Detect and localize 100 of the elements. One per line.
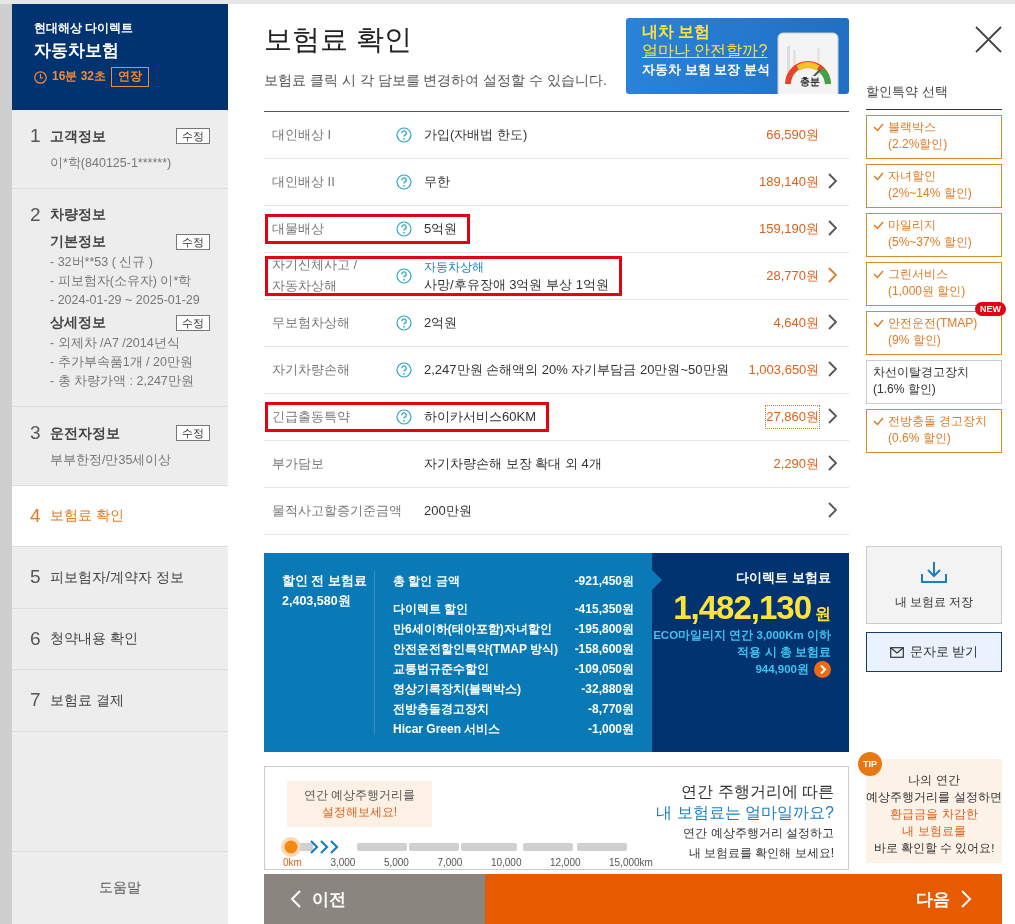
discount-option[interactable]: 안전운전(TMAP) (9% 할인) [866,311,1002,355]
chevron-right-icon[interactable] [825,359,840,378]
step-title: 차량정보 [50,205,106,225]
discount-option[interactable]: 차선이탈경고장치 (1.6% 할인) [866,360,1002,404]
help-icon[interactable] [396,221,412,237]
help-icon[interactable] [396,268,412,284]
discount-amount: -109,050원 [574,661,634,678]
mileage-headline: 연간 주행거리에 따른 [681,782,834,802]
option-name: 마일리지 [888,217,937,234]
chevron-right-icon[interactable] [825,500,839,519]
help-icon[interactable] [396,174,412,190]
extend-button[interactable]: 연장 [111,67,150,88]
track-segment [409,843,459,851]
option-rate: (1,000원 할인) [888,283,966,300]
coverage-value: 200만원 [424,502,472,520]
new-badge: NEW [975,302,1006,316]
tip-text: 나의 연간 [908,772,960,788]
option-name: 전방충돌 경고장치 [888,413,988,430]
premium-amount[interactable]: 189,140원 [759,171,819,193]
edit-button[interactable]: 수정 [176,127,210,144]
tip-text: 바로 확인할 수 있어요! [873,840,995,856]
step-item[interactable]: 1 고객정보 수정 이*학(840125-1******) [12,110,228,189]
tick-label: 7,000 [437,857,463,868]
step-detail: 부부한정/만35세이상 [50,451,173,469]
chevron-right-icon[interactable] [825,453,839,472]
phone-gauge-drawing [777,32,839,94]
save-button[interactable]: 내 보험료 저장 [866,546,1002,624]
step-item[interactable]: 4 보험료 확인 [12,485,228,548]
help-icon[interactable] [396,362,412,378]
option-rate: (5%~37% 할인) [888,234,972,251]
help-icon[interactable] [396,315,412,331]
prompt-text: 설정해보세요! [320,804,399,821]
step-item[interactable]: 3 운전자정보 수정 부부한정/만35세이상 [12,407,228,486]
discount-amount: -415,350원 [574,601,634,618]
step-item[interactable]: 6 청약내용 확인 [12,608,228,671]
option-name: 안전운전(TMAP) [888,315,978,332]
track-segment [577,843,627,851]
help-icon[interactable] [396,409,412,425]
chevron-right-icon[interactable] [825,218,839,237]
check-icon [873,270,884,279]
panel-title: 할인특약 선택 [866,83,1002,110]
final-label: 다이렉트 보험료 [736,569,831,587]
discount-option[interactable]: 블랙박스 (2.2%할인) [866,115,1002,159]
check-icon [873,123,884,132]
premium-amount[interactable]: 2,290원 [773,453,819,475]
track-segment [461,843,517,851]
prompt-text: 연간 예상주행거리를 [302,787,417,804]
help-link[interactable]: 도움말 [99,878,141,898]
discount-option[interactable]: 그린서비스 (1,000원 할인) [866,262,1002,306]
previous-button[interactable]: 이전 [264,874,485,924]
premium-amount[interactable]: 28,770원 [766,265,819,287]
step-item[interactable]: 7 보험료 결제 [12,670,228,732]
step-title: 보험료 결제 [50,691,124,711]
coverage-label: 자기신체사고 / 자동차상해 [272,256,359,295]
edit-button[interactable]: 수정 [176,424,210,441]
premium-amount[interactable]: 159,190원 [759,218,819,240]
chevron-right-icon[interactable] [825,312,839,331]
promo-banner[interactable]: 내차 보험 얼마나 안전할까? 자동차 보험 보장 분석 충분 [626,18,849,94]
premium-amount[interactable]: 1,003,650원 [748,359,820,381]
step-number: 2 [30,202,42,227]
mileage-slider[interactable] [283,837,628,857]
edit-button[interactable]: 수정 [176,314,210,331]
option-rate: (1.6% 할인) [873,381,937,398]
step-item[interactable]: 2 차량정보 기본정보 수정 - 32버**53 ( 신규 ) - 피보험자(소유자) 이*학 - 2024-01-29 ~ 2025-01-29 상세정보 수정 - 외제차 /A7 /2014년식 - 추가부속품1개 / 20만원 - 총 차량가액 : 2,247만원 [12,188,228,408]
next-button[interactable]: 다음 [485,874,1002,924]
mail-icon [889,646,904,658]
coverage-value: 가입(자배법 한도) [424,126,528,144]
track-segment [357,843,407,851]
sms-button[interactable]: 문자로 받기 [866,632,1002,672]
step-title: 청약내용 확인 [50,629,138,649]
tick-label: 0km [283,857,302,868]
premium-amount[interactable]: 27,860원 [766,406,819,428]
tick-label: 12,000 [549,857,581,868]
help-icon[interactable] [396,127,412,143]
arrow-circle-icon[interactable] [814,661,831,678]
step-number: 3 [30,421,42,446]
coverage-label: 자기차량손해 [272,360,351,379]
eco-note: ECO마일리지 연간 3,000Km 이하 [653,628,831,643]
clock-icon [34,70,47,84]
chevron-right-icon[interactable] [825,171,839,190]
discount-option[interactable]: 마일리지 (5%~37% 할인) [866,213,1002,257]
coverage-value: 5억원 [424,220,458,238]
discount-option[interactable]: 자녀할인 (2%~14% 할인) [866,164,1002,208]
check-icon [873,221,884,230]
premium-amount[interactable]: 4,640원 [773,312,819,334]
slider-thumb[interactable] [281,837,301,857]
eco-amount: 944,900원 [755,662,809,677]
discount-label: 다이렉트 할인 [393,601,469,618]
coverage-label: 대물배상 [272,219,325,238]
premium-amount[interactable]: 66,590원 [766,124,819,146]
option-name: 차선이탈경고장치 [873,364,969,381]
edit-button[interactable]: 수정 [176,234,210,250]
discount-option[interactable]: 전방충돌 경고장치 (0.6% 할인) [866,409,1002,453]
chevron-right-icon[interactable] [825,406,839,425]
section-title: 기본정보 [50,233,106,252]
step-detail: - 총 차량가액 : 2,247만원 [50,372,195,390]
step-item[interactable]: 5 피보험자/계약자 정보 [12,547,228,609]
close-icon[interactable] [975,26,1002,53]
discount-label: 안전운전할인특약(TMAP 방식) [393,641,559,658]
option-name: 블랙박스 [888,119,937,136]
